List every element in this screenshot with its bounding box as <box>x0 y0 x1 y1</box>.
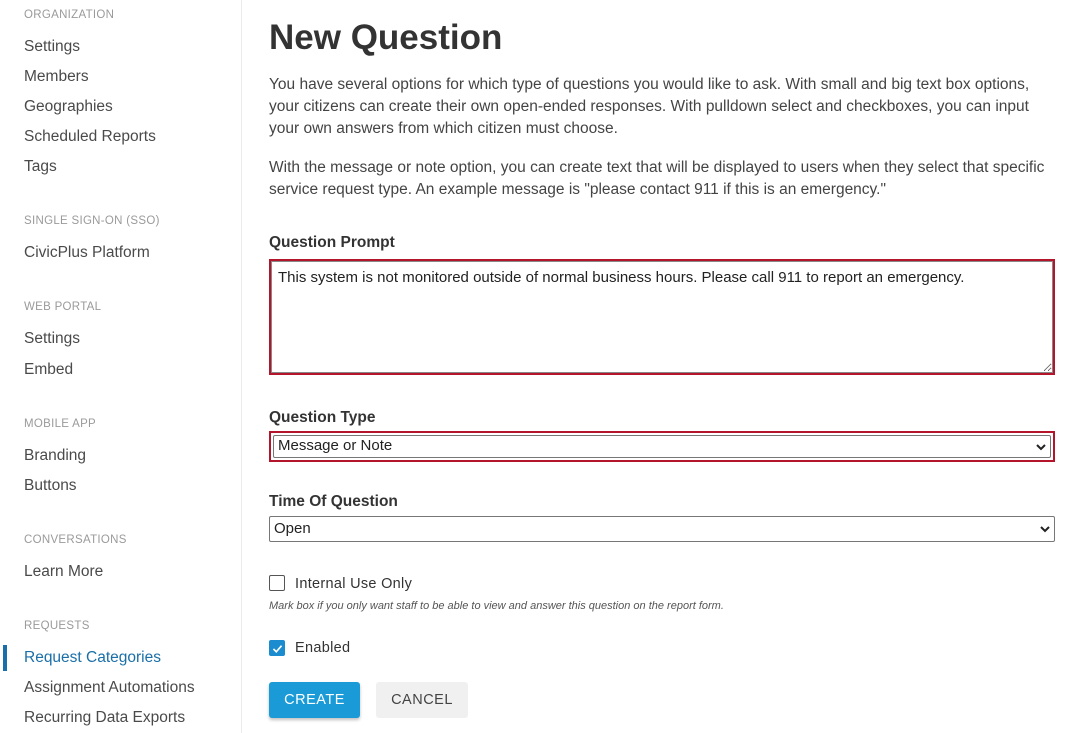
sidebar-item-recurring-data-exports[interactable]: Recurring Data Exports <box>24 709 185 727</box>
sidebar-item-geographies[interactable]: Geographies <box>24 98 113 116</box>
create-button[interactable]: CREATE <box>269 682 360 718</box>
enabled-checkbox[interactable] <box>269 640 285 656</box>
sidebar-item-tags[interactable]: Tags <box>24 158 57 176</box>
intro-paragraph-2: With the message or note option, you can… <box>269 159 1045 198</box>
sidebar-item-assignment-automations[interactable]: Assignment Automations <box>24 679 195 697</box>
sidebar-item-portal-settings[interactable]: Settings <box>24 330 80 348</box>
section-heading-organization: ORGANIZATION <box>24 9 115 21</box>
question-type-highlight: Message or Note <box>269 431 1055 462</box>
question-prompt-label: Question Prompt <box>269 234 395 251</box>
sidebar-item-scheduled-reports[interactable]: Scheduled Reports <box>24 128 156 146</box>
question-type-select[interactable]: Message or Note <box>273 435 1051 458</box>
cancel-button[interactable]: CANCEL <box>376 682 468 718</box>
enabled-label[interactable]: Enabled <box>295 640 350 656</box>
page-title: New Question <box>269 18 503 57</box>
section-heading-sso: SINGLE SIGN-ON (SSO) <box>24 215 160 227</box>
checkmark-icon <box>272 644 282 653</box>
internal-use-only-checkbox[interactable] <box>269 575 285 591</box>
sidebar-item-civicplus-platform[interactable]: CivicPlus Platform <box>24 244 150 262</box>
time-of-question-wrap: Open <box>269 516 1055 542</box>
section-heading-conversations: CONVERSATIONS <box>24 534 127 546</box>
section-heading-requests: REQUESTS <box>24 620 90 632</box>
time-of-question-label: Time Of Question <box>269 493 398 510</box>
question-prompt-textarea[interactable]: This system is not monitored outside of … <box>271 261 1053 373</box>
chevron-down-icon <box>1036 443 1046 450</box>
question-type-label: Question Type <box>269 409 376 426</box>
internal-use-only-label[interactable]: Internal Use Only <box>295 576 412 592</box>
internal-use-only-hint: Mark box if you only want staff to be ab… <box>269 600 724 612</box>
sidebar-item-buttons[interactable]: Buttons <box>24 477 77 495</box>
question-prompt-highlight: This system is not monitored outside of … <box>269 259 1055 375</box>
time-of-question-value: Open <box>274 520 311 537</box>
active-indicator <box>3 645 7 671</box>
question-type-value: Message or Note <box>278 437 393 454</box>
sidebar-item-request-categories[interactable]: Request Categories <box>24 649 161 667</box>
section-heading-mobile-app: MOBILE APP <box>24 418 97 430</box>
sidebar-item-members[interactable]: Members <box>24 68 89 86</box>
section-heading-web-portal: WEB PORTAL <box>24 301 102 313</box>
chevron-down-icon <box>1040 526 1050 533</box>
time-of-question-select[interactable]: Open <box>269 516 1055 542</box>
sidebar-item-embed[interactable]: Embed <box>24 361 73 379</box>
sidebar-item-settings[interactable]: Settings <box>24 38 80 56</box>
intro-paragraph-1: You have several options for which type … <box>269 76 1030 137</box>
sidebar: ORGANIZATION Settings Members Geographie… <box>0 0 242 733</box>
sidebar-item-branding[interactable]: Branding <box>24 447 86 465</box>
sidebar-item-learn-more[interactable]: Learn More <box>24 563 103 581</box>
